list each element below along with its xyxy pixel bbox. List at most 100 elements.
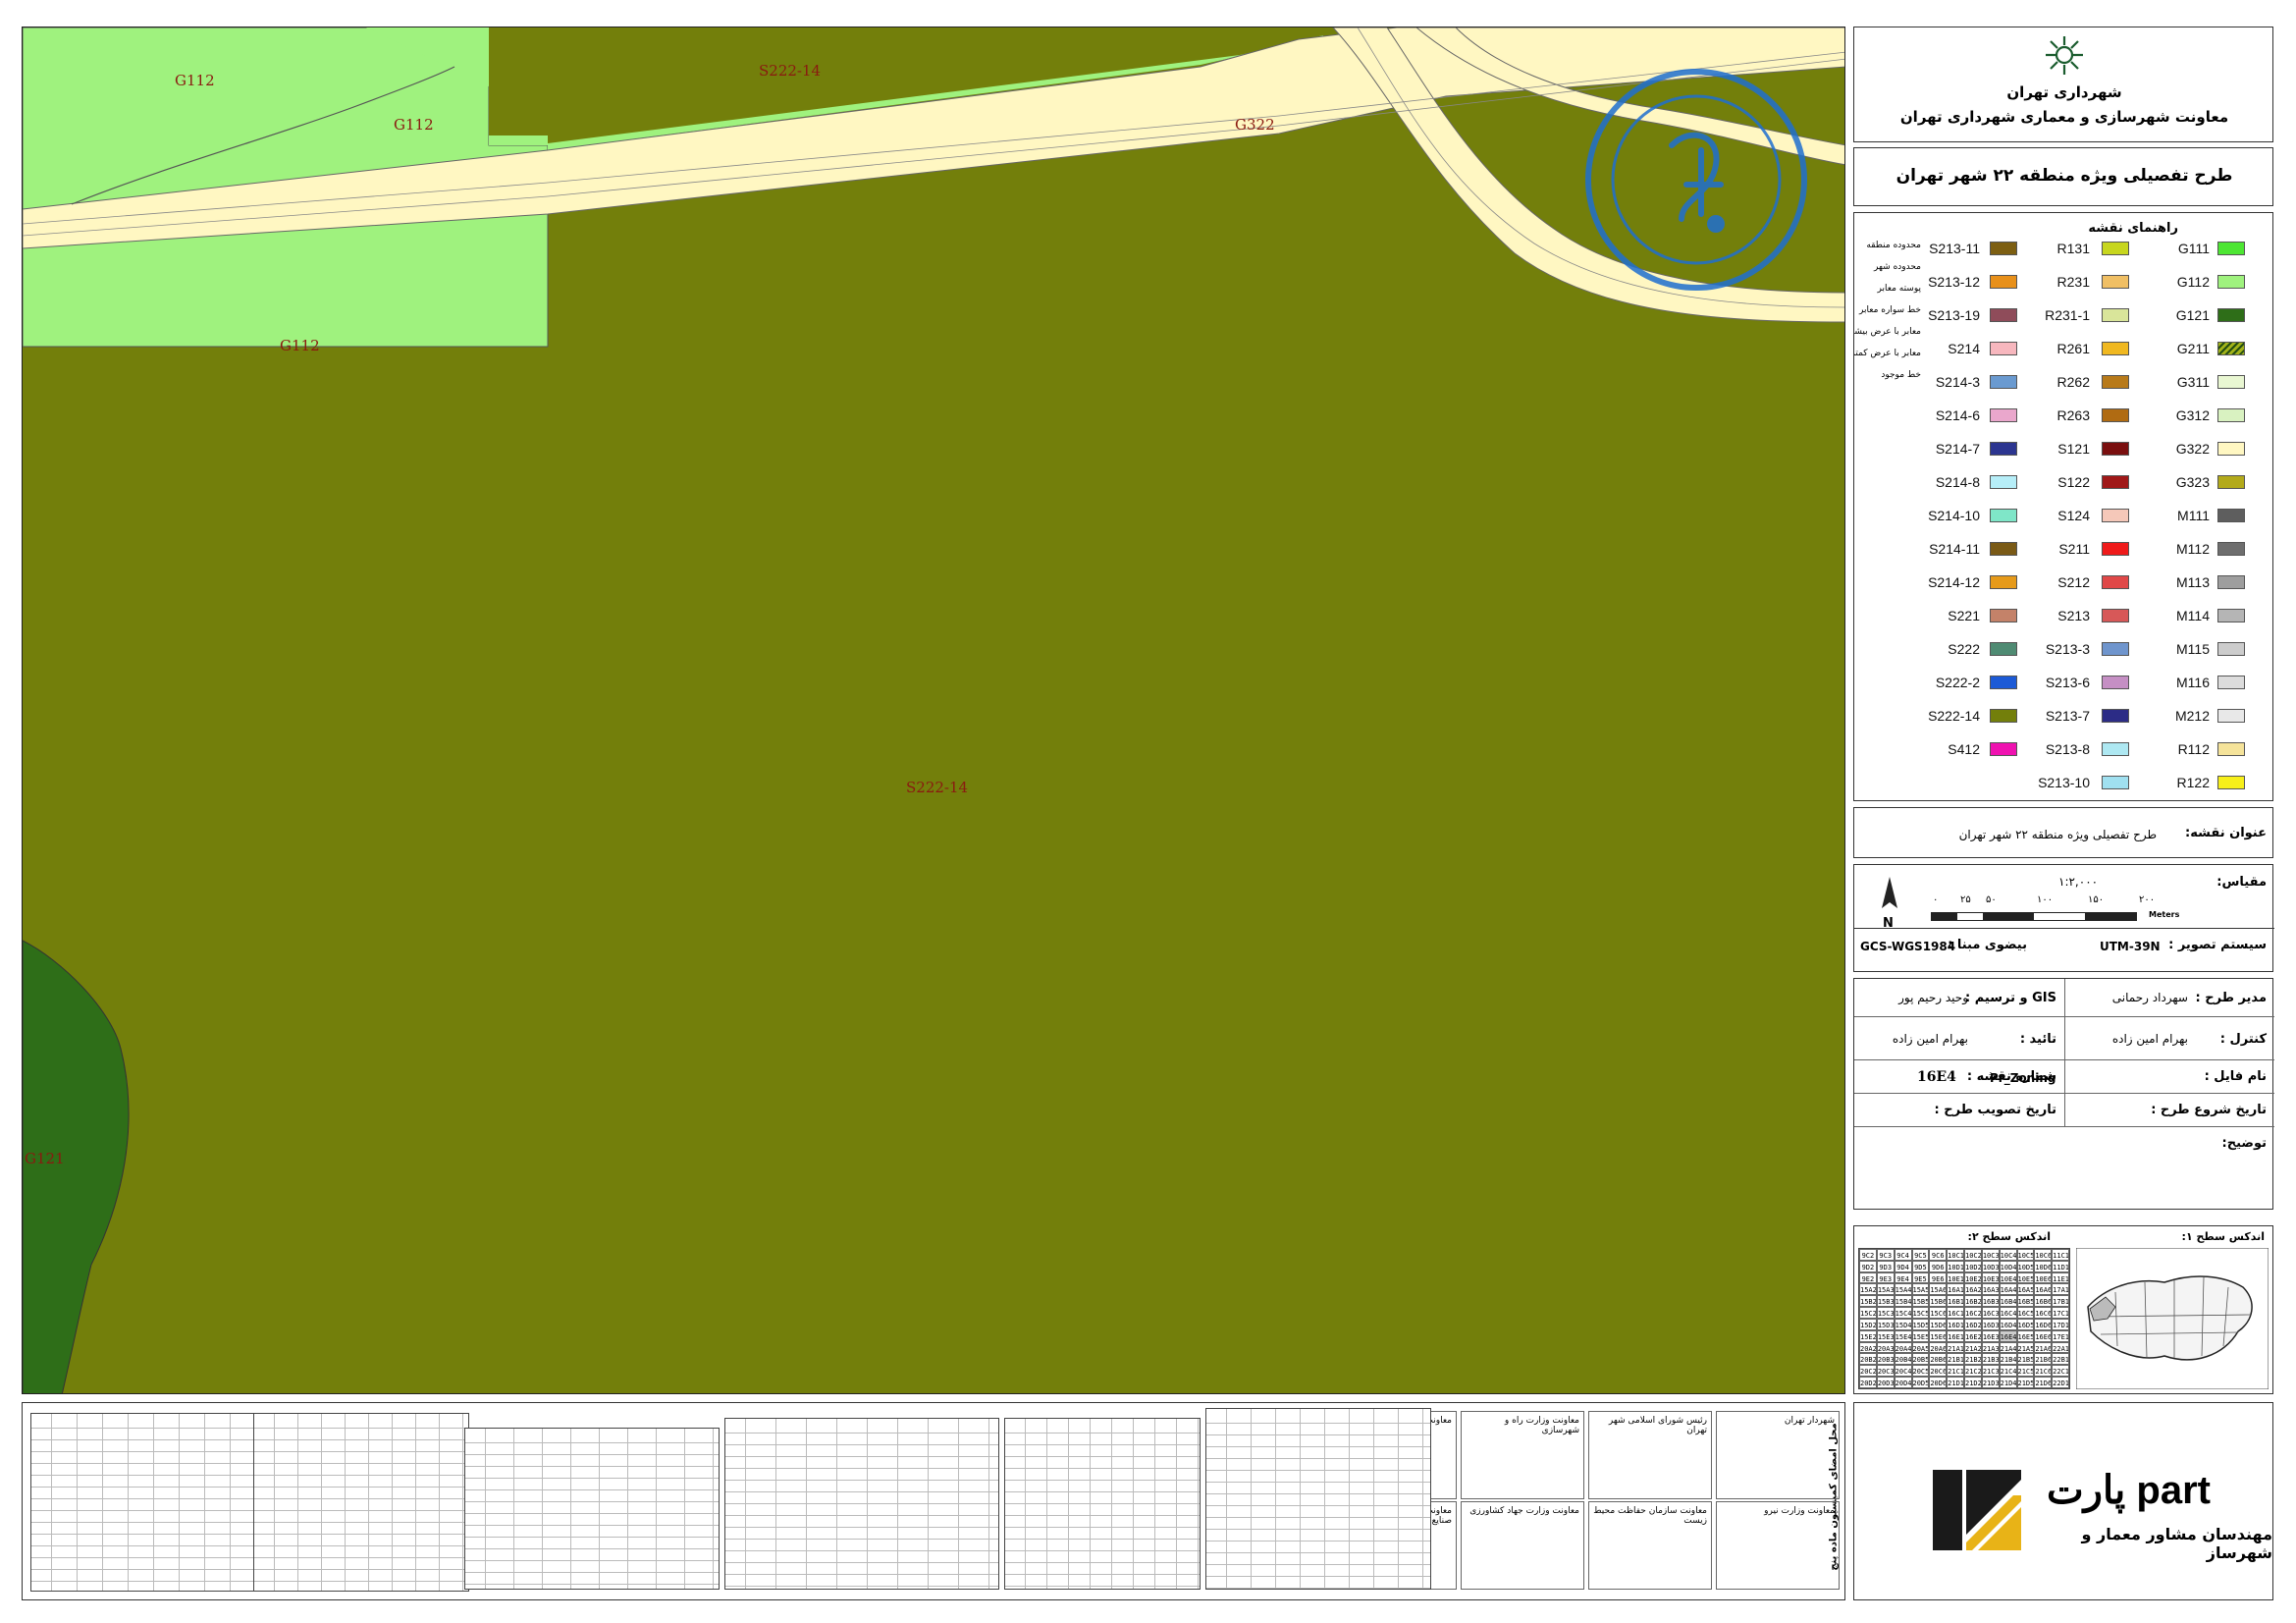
index-cell[interactable]: 10E4 bbox=[1999, 1271, 2017, 1284]
index-cell[interactable]: 15D3 bbox=[1876, 1318, 1895, 1330]
index-cell[interactable]: 16A2 bbox=[1964, 1283, 1982, 1296]
index-cell[interactable]: 20B4 bbox=[1894, 1353, 1912, 1366]
index-cell[interactable]: 17A1 bbox=[2052, 1283, 2069, 1296]
index-cell[interactable]: 21D2 bbox=[1964, 1377, 1982, 1388]
index-cell[interactable]: 20D6 bbox=[1929, 1377, 1948, 1388]
index-cell[interactable]: 16E5 bbox=[2016, 1329, 2035, 1342]
index-cell[interactable]: 10C4 bbox=[1999, 1249, 2017, 1261]
index-cell[interactable]: 15C6 bbox=[1929, 1307, 1948, 1319]
index-cell[interactable]: 21C1 bbox=[1947, 1365, 1964, 1378]
index-cell[interactable]: 20A3 bbox=[1876, 1341, 1895, 1354]
index-cell[interactable]: 16E3 bbox=[1981, 1329, 2000, 1342]
index-cell[interactable]: 16A4 bbox=[1999, 1283, 2017, 1296]
index-cell[interactable]: 11C1 bbox=[2052, 1249, 2069, 1261]
index-cell[interactable]: 20D3 bbox=[1876, 1377, 1895, 1388]
index-cell[interactable]: 22D1 bbox=[2052, 1377, 2069, 1388]
index-cell[interactable]: 9E2 bbox=[1859, 1271, 1877, 1284]
index-cell[interactable]: 10D3 bbox=[1981, 1260, 2000, 1272]
index-cell[interactable]: 21B5 bbox=[2016, 1353, 2035, 1366]
index-cell[interactable]: 11E1 bbox=[2052, 1271, 2069, 1284]
index-cell[interactable]: 15A6 bbox=[1929, 1283, 1948, 1296]
index-cell[interactable]: 15A5 bbox=[1911, 1283, 1930, 1296]
index-cell[interactable]: 21A6 bbox=[2034, 1341, 2053, 1354]
index-cell[interactable]: 15E4 bbox=[1894, 1329, 1912, 1342]
index-cell[interactable]: 9D5 bbox=[1911, 1260, 1930, 1272]
index-cell[interactable]: 22A1 bbox=[2052, 1341, 2069, 1354]
index-cell[interactable]: 16B3 bbox=[1981, 1295, 2000, 1308]
index-cell[interactable]: 10D6 bbox=[2034, 1260, 2053, 1272]
index-cell[interactable]: 17B1 bbox=[2052, 1295, 2069, 1308]
index-cell[interactable]: 15B3 bbox=[1876, 1295, 1895, 1308]
index-cell[interactable]: 10C5 bbox=[2016, 1249, 2035, 1261]
index-cell[interactable]: 15D5 bbox=[1911, 1318, 1930, 1330]
index-cell[interactable]: 16A6 bbox=[2034, 1283, 2053, 1296]
index-cell[interactable]: 21D4 bbox=[1999, 1377, 2017, 1388]
index-cell[interactable]: 20B3 bbox=[1876, 1353, 1895, 1366]
index-cell[interactable]: 21A1 bbox=[1947, 1341, 1964, 1354]
index-cell[interactable]: 16E1 bbox=[1947, 1329, 1964, 1342]
index-cell[interactable]: 22C1 bbox=[2052, 1365, 2069, 1378]
index-cell[interactable]: 10C1 bbox=[1947, 1249, 1964, 1261]
index-cell[interactable]: 15D2 bbox=[1859, 1318, 1877, 1330]
index-cell[interactable]: 20C6 bbox=[1929, 1365, 1948, 1378]
index-cell[interactable]: 9C5 bbox=[1911, 1249, 1930, 1261]
index-cell[interactable]: 16B1 bbox=[1947, 1295, 1964, 1308]
index-cell[interactable]: 21B2 bbox=[1964, 1353, 1982, 1366]
index-cell[interactable]: 15B6 bbox=[1929, 1295, 1948, 1308]
index-cell[interactable]: 20C4 bbox=[1894, 1365, 1912, 1378]
index-cell[interactable]: 16A5 bbox=[2016, 1283, 2035, 1296]
index-cell[interactable]: 16B6 bbox=[2034, 1295, 2053, 1308]
index-cell[interactable]: 16E2 bbox=[1964, 1329, 1982, 1342]
index-cell[interactable]: 15E6 bbox=[1929, 1329, 1948, 1342]
index-cell[interactable]: 16D2 bbox=[1964, 1318, 1982, 1330]
index-cell[interactable]: 21D5 bbox=[2016, 1377, 2035, 1388]
index-cell[interactable]: 15C4 bbox=[1894, 1307, 1912, 1319]
index-cell[interactable]: 20D4 bbox=[1894, 1377, 1912, 1388]
index-cell[interactable]: 15D6 bbox=[1929, 1318, 1948, 1330]
index-cell[interactable]: 9E6 bbox=[1929, 1271, 1948, 1284]
index-cell[interactable]: 16C6 bbox=[2034, 1307, 2053, 1319]
index-cell[interactable]: 16E4 bbox=[1999, 1329, 2017, 1342]
index-cell[interactable]: 10C3 bbox=[1981, 1249, 2000, 1261]
index-cell[interactable]: 21A4 bbox=[1999, 1341, 2017, 1354]
index-cell[interactable]: 21B3 bbox=[1981, 1353, 2000, 1366]
index-cell[interactable]: 9C4 bbox=[1894, 1249, 1912, 1261]
index-cell[interactable]: 15B4 bbox=[1894, 1295, 1912, 1308]
index-cell[interactable]: 20D5 bbox=[1911, 1377, 1930, 1388]
index-cell[interactable]: 21D1 bbox=[1947, 1377, 1964, 1388]
index-cell[interactable]: 20B5 bbox=[1911, 1353, 1930, 1366]
index-cell[interactable]: 16D4 bbox=[1999, 1318, 2017, 1330]
index-cell[interactable]: 10C2 bbox=[1964, 1249, 1982, 1261]
index-cell[interactable]: 15A3 bbox=[1876, 1283, 1895, 1296]
index-cell[interactable]: 9C6 bbox=[1929, 1249, 1948, 1261]
index-cell[interactable]: 10E3 bbox=[1981, 1271, 2000, 1284]
index-cell[interactable]: 10E5 bbox=[2016, 1271, 2035, 1284]
index-cell[interactable]: 16C2 bbox=[1964, 1307, 1982, 1319]
index-cell[interactable]: 20C3 bbox=[1876, 1365, 1895, 1378]
index-cell[interactable]: 9E4 bbox=[1894, 1271, 1912, 1284]
index-cell[interactable]: 9E5 bbox=[1911, 1271, 1930, 1284]
zoning-map[interactable]: G112 G112 G112 S222-14 G322 S222-14 G121 bbox=[22, 27, 1845, 1394]
index-cell[interactable]: 9D4 bbox=[1894, 1260, 1912, 1272]
index-cell[interactable]: 20C2 bbox=[1859, 1365, 1877, 1378]
index-cell[interactable]: 21A3 bbox=[1981, 1341, 2000, 1354]
index-cell[interactable]: 20B2 bbox=[1859, 1353, 1877, 1366]
index-cell[interactable]: 15E2 bbox=[1859, 1329, 1877, 1342]
index-cell[interactable]: 20A5 bbox=[1911, 1341, 1930, 1354]
index-cell[interactable]: 16C5 bbox=[2016, 1307, 2035, 1319]
index-cell[interactable]: 21C6 bbox=[2034, 1365, 2053, 1378]
index-cell[interactable]: 15B2 bbox=[1859, 1295, 1877, 1308]
index-cell[interactable]: 20A2 bbox=[1859, 1341, 1877, 1354]
index-cell[interactable]: 21D6 bbox=[2034, 1377, 2053, 1388]
index-cell[interactable]: 16A1 bbox=[1947, 1283, 1964, 1296]
index-cell[interactable]: 20D2 bbox=[1859, 1377, 1877, 1388]
index-cell[interactable]: 10C6 bbox=[2034, 1249, 2053, 1261]
index-cell[interactable]: 15C3 bbox=[1876, 1307, 1895, 1319]
index-cell[interactable]: 10D4 bbox=[1999, 1260, 2017, 1272]
index-cell[interactable]: 9C2 bbox=[1859, 1249, 1877, 1261]
index-cell[interactable]: 16E6 bbox=[2034, 1329, 2053, 1342]
index-cell[interactable]: 15C2 bbox=[1859, 1307, 1877, 1319]
index-cell[interactable]: 11D1 bbox=[2052, 1260, 2069, 1272]
index-cell[interactable]: 16A3 bbox=[1981, 1283, 2000, 1296]
index-cell[interactable]: 21A2 bbox=[1964, 1341, 1982, 1354]
